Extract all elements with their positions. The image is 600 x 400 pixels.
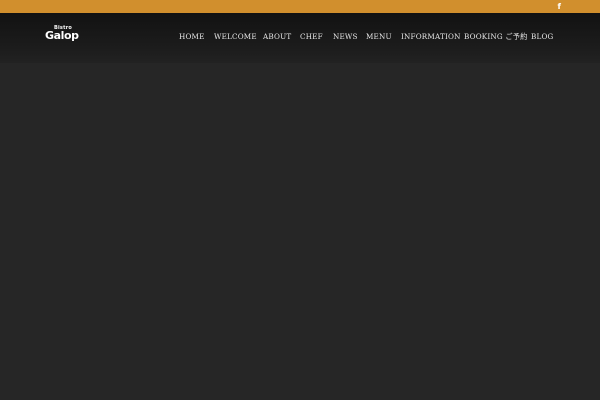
- nav-item-about: ABOUT: [263, 27, 291, 41]
- top-bar: f: [0, 0, 600, 13]
- nav-item-information: INFORMATION: [401, 27, 461, 41]
- nav-item-welcome: WELCOME: [214, 27, 257, 41]
- nav-item-blog: BLOG: [531, 27, 554, 41]
- site-header: Bistro Galop HOME WELCOME ABOUT CHEF NEW…: [0, 13, 600, 63]
- nav-item-home: HOME: [179, 27, 205, 41]
- main-navigation: HOME WELCOME ABOUT CHEF NEWS MENU INFORM…: [0, 27, 600, 41]
- nav-link-about[interactable]: ABOUT: [263, 32, 291, 41]
- nav-item-news: NEWS: [333, 27, 358, 41]
- nav-item-chef: CHEF: [300, 27, 323, 41]
- nav-link-booking[interactable]: BOOKING ご予約: [464, 32, 528, 41]
- nav-link-information[interactable]: INFORMATION: [401, 32, 461, 41]
- nav-link-chef[interactable]: CHEF: [300, 32, 323, 41]
- facebook-icon[interactable]: f: [558, 0, 561, 13]
- nav-link-news[interactable]: NEWS: [333, 32, 358, 41]
- nav-link-menu[interactable]: MENU: [366, 32, 392, 41]
- nav-item-menu: MENU: [366, 27, 392, 41]
- nav-item-booking: BOOKING ご予約: [464, 27, 528, 41]
- main-content: [0, 63, 600, 400]
- nav-link-home[interactable]: HOME: [179, 32, 205, 41]
- nav-link-welcome[interactable]: WELCOME: [214, 32, 257, 41]
- nav-link-blog[interactable]: BLOG: [531, 32, 554, 41]
